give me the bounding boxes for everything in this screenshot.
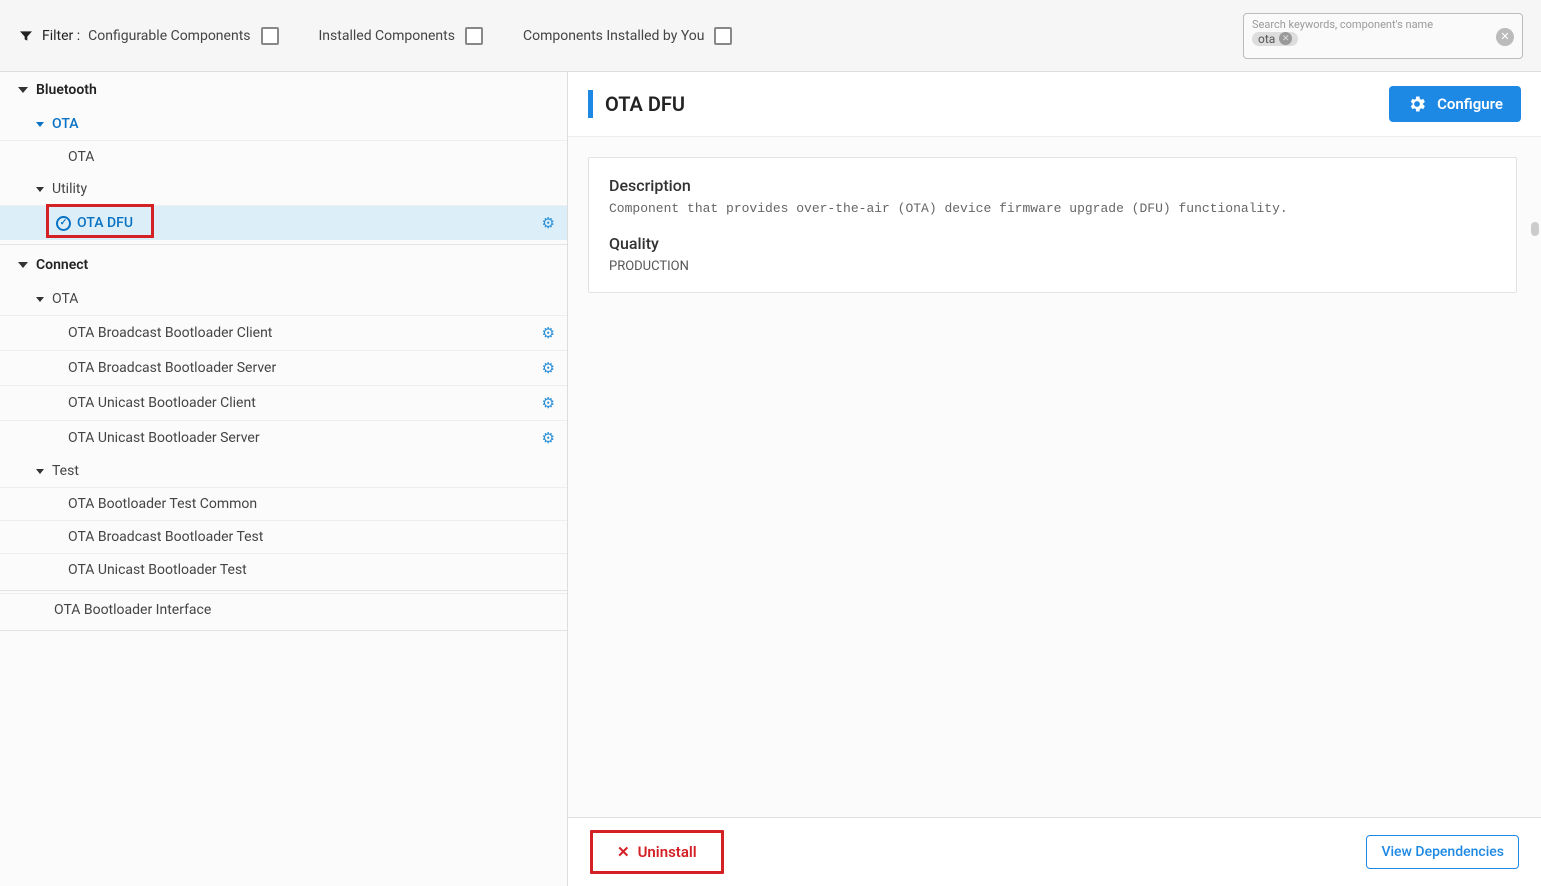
tree-item[interactable]: OTA Broadcast Bootloader Test	[0, 520, 567, 553]
tree-item[interactable]: OTA Broadcast Bootloader Server ⚙	[0, 350, 567, 385]
view-dependencies-button[interactable]: View Dependencies	[1366, 835, 1519, 869]
caret-down-icon	[36, 187, 44, 192]
caret-down-icon	[18, 87, 28, 93]
group-connect-label: Connect	[36, 257, 88, 273]
accent-bar	[588, 90, 593, 118]
description-card: Description Component that provides over…	[588, 157, 1517, 293]
subgroup-connect-ota-label: OTA	[52, 291, 78, 307]
filter-toolbar: Filter : Configurable Components Install…	[0, 0, 1541, 72]
caret-down-icon	[36, 297, 44, 302]
description-heading: Description	[609, 176, 1496, 195]
close-icon: ✕	[617, 843, 630, 861]
configure-button-label: Configure	[1437, 95, 1503, 113]
filter-label: Filter :	[42, 28, 80, 44]
search-chip[interactable]: ota ✕	[1252, 32, 1298, 46]
search-chip-label: ota	[1258, 32, 1275, 46]
tree-item[interactable]: OTA Unicast Bootloader Test	[0, 553, 567, 586]
installed-components-label: Installed Components	[319, 28, 455, 44]
group-connect[interactable]: Connect	[0, 247, 567, 283]
tree-item[interactable]: OTA Broadcast Bootloader Client ⚙	[0, 315, 567, 350]
tree-item-label: OTA DFU	[77, 215, 133, 231]
caret-down-icon	[18, 262, 28, 268]
uninstall-button-label: Uninstall	[638, 843, 697, 861]
page-title: OTA DFU	[605, 92, 685, 116]
tree-item[interactable]: OTA Unicast Bootloader Client ⚙	[0, 385, 567, 420]
gear-icon[interactable]: ⚙	[542, 429, 555, 447]
gear-icon[interactable]: ⚙	[542, 394, 555, 412]
quality-value: PRODUCTION	[609, 259, 1496, 274]
tree-item-label: OTA Broadcast Bootloader Server	[68, 360, 276, 376]
installed-by-you-label: Components Installed by You	[523, 28, 705, 44]
installed-by-you-checkbox[interactable]	[714, 27, 732, 45]
details-panel: OTA DFU Configure Description Component …	[568, 72, 1541, 886]
tree-item-label: OTA Bootloader Interface	[54, 602, 211, 618]
highlight-box: ✕ Uninstall	[590, 830, 724, 874]
installed-components-checkbox[interactable]	[465, 27, 483, 45]
chip-remove-icon[interactable]: ✕	[1279, 32, 1292, 45]
quality-heading: Quality	[609, 234, 1496, 253]
tree-item-label: OTA Broadcast Bootloader Test	[68, 529, 263, 545]
tree-item-label: OTA Unicast Bootloader Test	[68, 562, 247, 578]
search-clear-icon[interactable]: ✕	[1496, 28, 1514, 46]
tree-item-bootloader-interface[interactable]: OTA Bootloader Interface	[0, 593, 567, 626]
subgroup-bluetooth-utility-label: Utility	[52, 181, 87, 197]
uninstall-button[interactable]: ✕ Uninstall	[599, 835, 715, 869]
description-text: Component that provides over-the-air (OT…	[609, 201, 1496, 216]
tree-item[interactable]: OTA Bootloader Test Common	[0, 487, 567, 520]
tree-item-ota[interactable]: OTA	[0, 140, 567, 173]
tree-item-label: OTA Broadcast Bootloader Client	[68, 325, 272, 341]
group-bluetooth-label: Bluetooth	[36, 82, 97, 98]
tree-item-label: OTA Bootloader Test Common	[68, 496, 257, 512]
subgroup-connect-test[interactable]: Test	[0, 455, 567, 487]
tree-item-label: OTA	[68, 149, 94, 165]
gear-icon	[1407, 94, 1427, 114]
view-dependencies-label: View Dependencies	[1381, 844, 1504, 860]
gear-icon[interactable]: ⚙	[542, 324, 555, 342]
installed-check-icon: ✓	[56, 216, 71, 231]
subgroup-bluetooth-utility[interactable]: Utility	[0, 173, 567, 205]
component-tree: Bluetooth OTA OTA Utility ✓ OTA DFU ⚙ Co…	[0, 72, 568, 886]
subgroup-connect-ota[interactable]: OTA	[0, 283, 567, 315]
tree-item-label: OTA Unicast Bootloader Server	[68, 430, 260, 446]
search-placeholder: Search keywords, component's name	[1252, 18, 1514, 31]
subgroup-connect-test-label: Test	[52, 463, 79, 479]
configure-button[interactable]: Configure	[1389, 86, 1521, 122]
subgroup-bluetooth-ota-label: OTA	[52, 116, 79, 132]
tree-item[interactable]: OTA Unicast Bootloader Server ⚙	[0, 420, 567, 455]
gear-icon[interactable]: ⚙	[542, 214, 555, 232]
configurable-components-checkbox[interactable]	[261, 27, 279, 45]
filter-icon	[18, 28, 34, 44]
gear-icon[interactable]: ⚙	[542, 359, 555, 377]
configurable-components-label: Configurable Components	[88, 28, 250, 44]
group-bluetooth[interactable]: Bluetooth	[0, 72, 567, 108]
caret-down-icon	[36, 122, 44, 127]
tree-item-label: OTA Unicast Bootloader Client	[68, 395, 256, 411]
tree-item-ota-dfu[interactable]: ✓ OTA DFU ⚙	[0, 205, 567, 240]
scrollbar[interactable]	[1531, 222, 1539, 236]
caret-down-icon	[36, 469, 44, 474]
search-input[interactable]: Search keywords, component's name ota ✕ …	[1243, 13, 1523, 59]
subgroup-bluetooth-ota[interactable]: OTA	[0, 108, 567, 140]
